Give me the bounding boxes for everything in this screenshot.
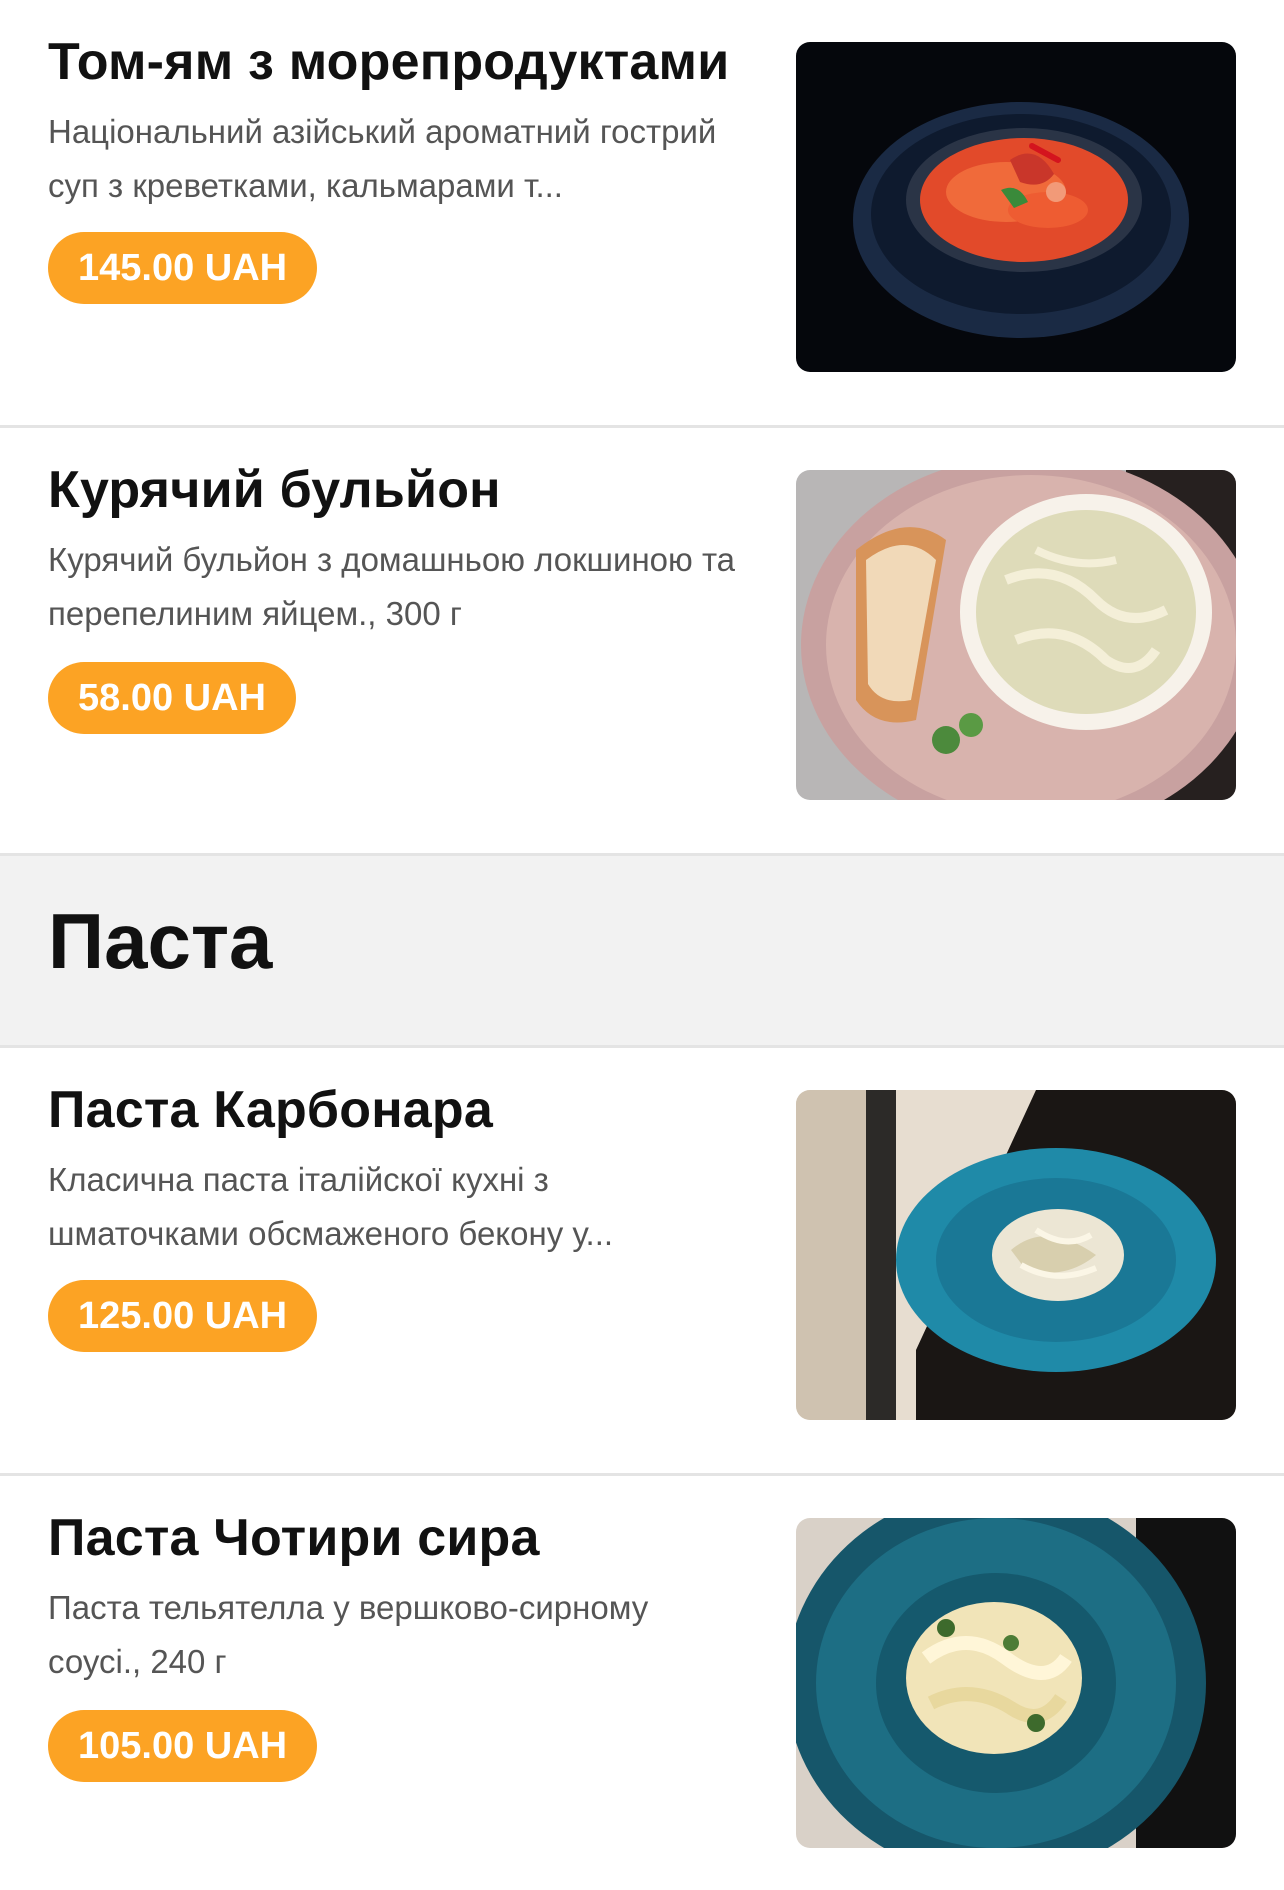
- menu-item[interactable]: Паста Карбонара Класична паста італійско…: [0, 1048, 1284, 1476]
- chicken-broth-image: [796, 470, 1236, 800]
- four-cheese-pasta-image: [796, 1518, 1236, 1848]
- menu-item[interactable]: Курячий бульйон Курячий бульйон з домашн…: [0, 428, 1284, 856]
- item-description: Курячий бульйон з домашньою локшиною та …: [48, 541, 736, 632]
- price-badge[interactable]: 105.00 UAH: [48, 1710, 318, 1782]
- menu-page: Том-ям з морепродуктами Національний азі…: [0, 0, 1284, 1890]
- category-header: Паста: [0, 856, 1284, 1048]
- item-description: Класична паста італійскої кухні з шматоч…: [48, 1161, 614, 1252]
- item-title: Курячий бульйон: [48, 461, 501, 519]
- item-title: Паста Чотири сира: [48, 1509, 540, 1567]
- tom-yum-soup-image: [796, 42, 1236, 372]
- item-description: Національний азійський ароматний гострий…: [48, 113, 717, 204]
- carbonara-image: [796, 1090, 1236, 1420]
- menu-item[interactable]: Том-ям з морепродуктами Національний азі…: [0, 0, 1284, 428]
- item-description: Паста тельятелла у вершково-сирному соус…: [48, 1589, 649, 1680]
- price-badge[interactable]: 58.00 UAH: [48, 662, 296, 734]
- price-badge[interactable]: 145.00 UAH: [48, 232, 318, 304]
- tom-yum-soup-photo[interactable]: [796, 42, 1236, 372]
- four-cheese-pasta-photo[interactable]: [796, 1518, 1236, 1848]
- price-badge[interactable]: 125.00 UAH: [48, 1280, 318, 1352]
- menu-item[interactable]: Паста Чотири сира Паста тельятелла у вер…: [0, 1476, 1284, 1890]
- item-title: Том-ям з морепродуктами: [48, 33, 730, 91]
- item-title: Паста Карбонара: [48, 1081, 493, 1139]
- category-title: Паста: [48, 897, 273, 985]
- chicken-broth-photo[interactable]: [796, 470, 1236, 800]
- carbonara-photo[interactable]: [796, 1090, 1236, 1420]
